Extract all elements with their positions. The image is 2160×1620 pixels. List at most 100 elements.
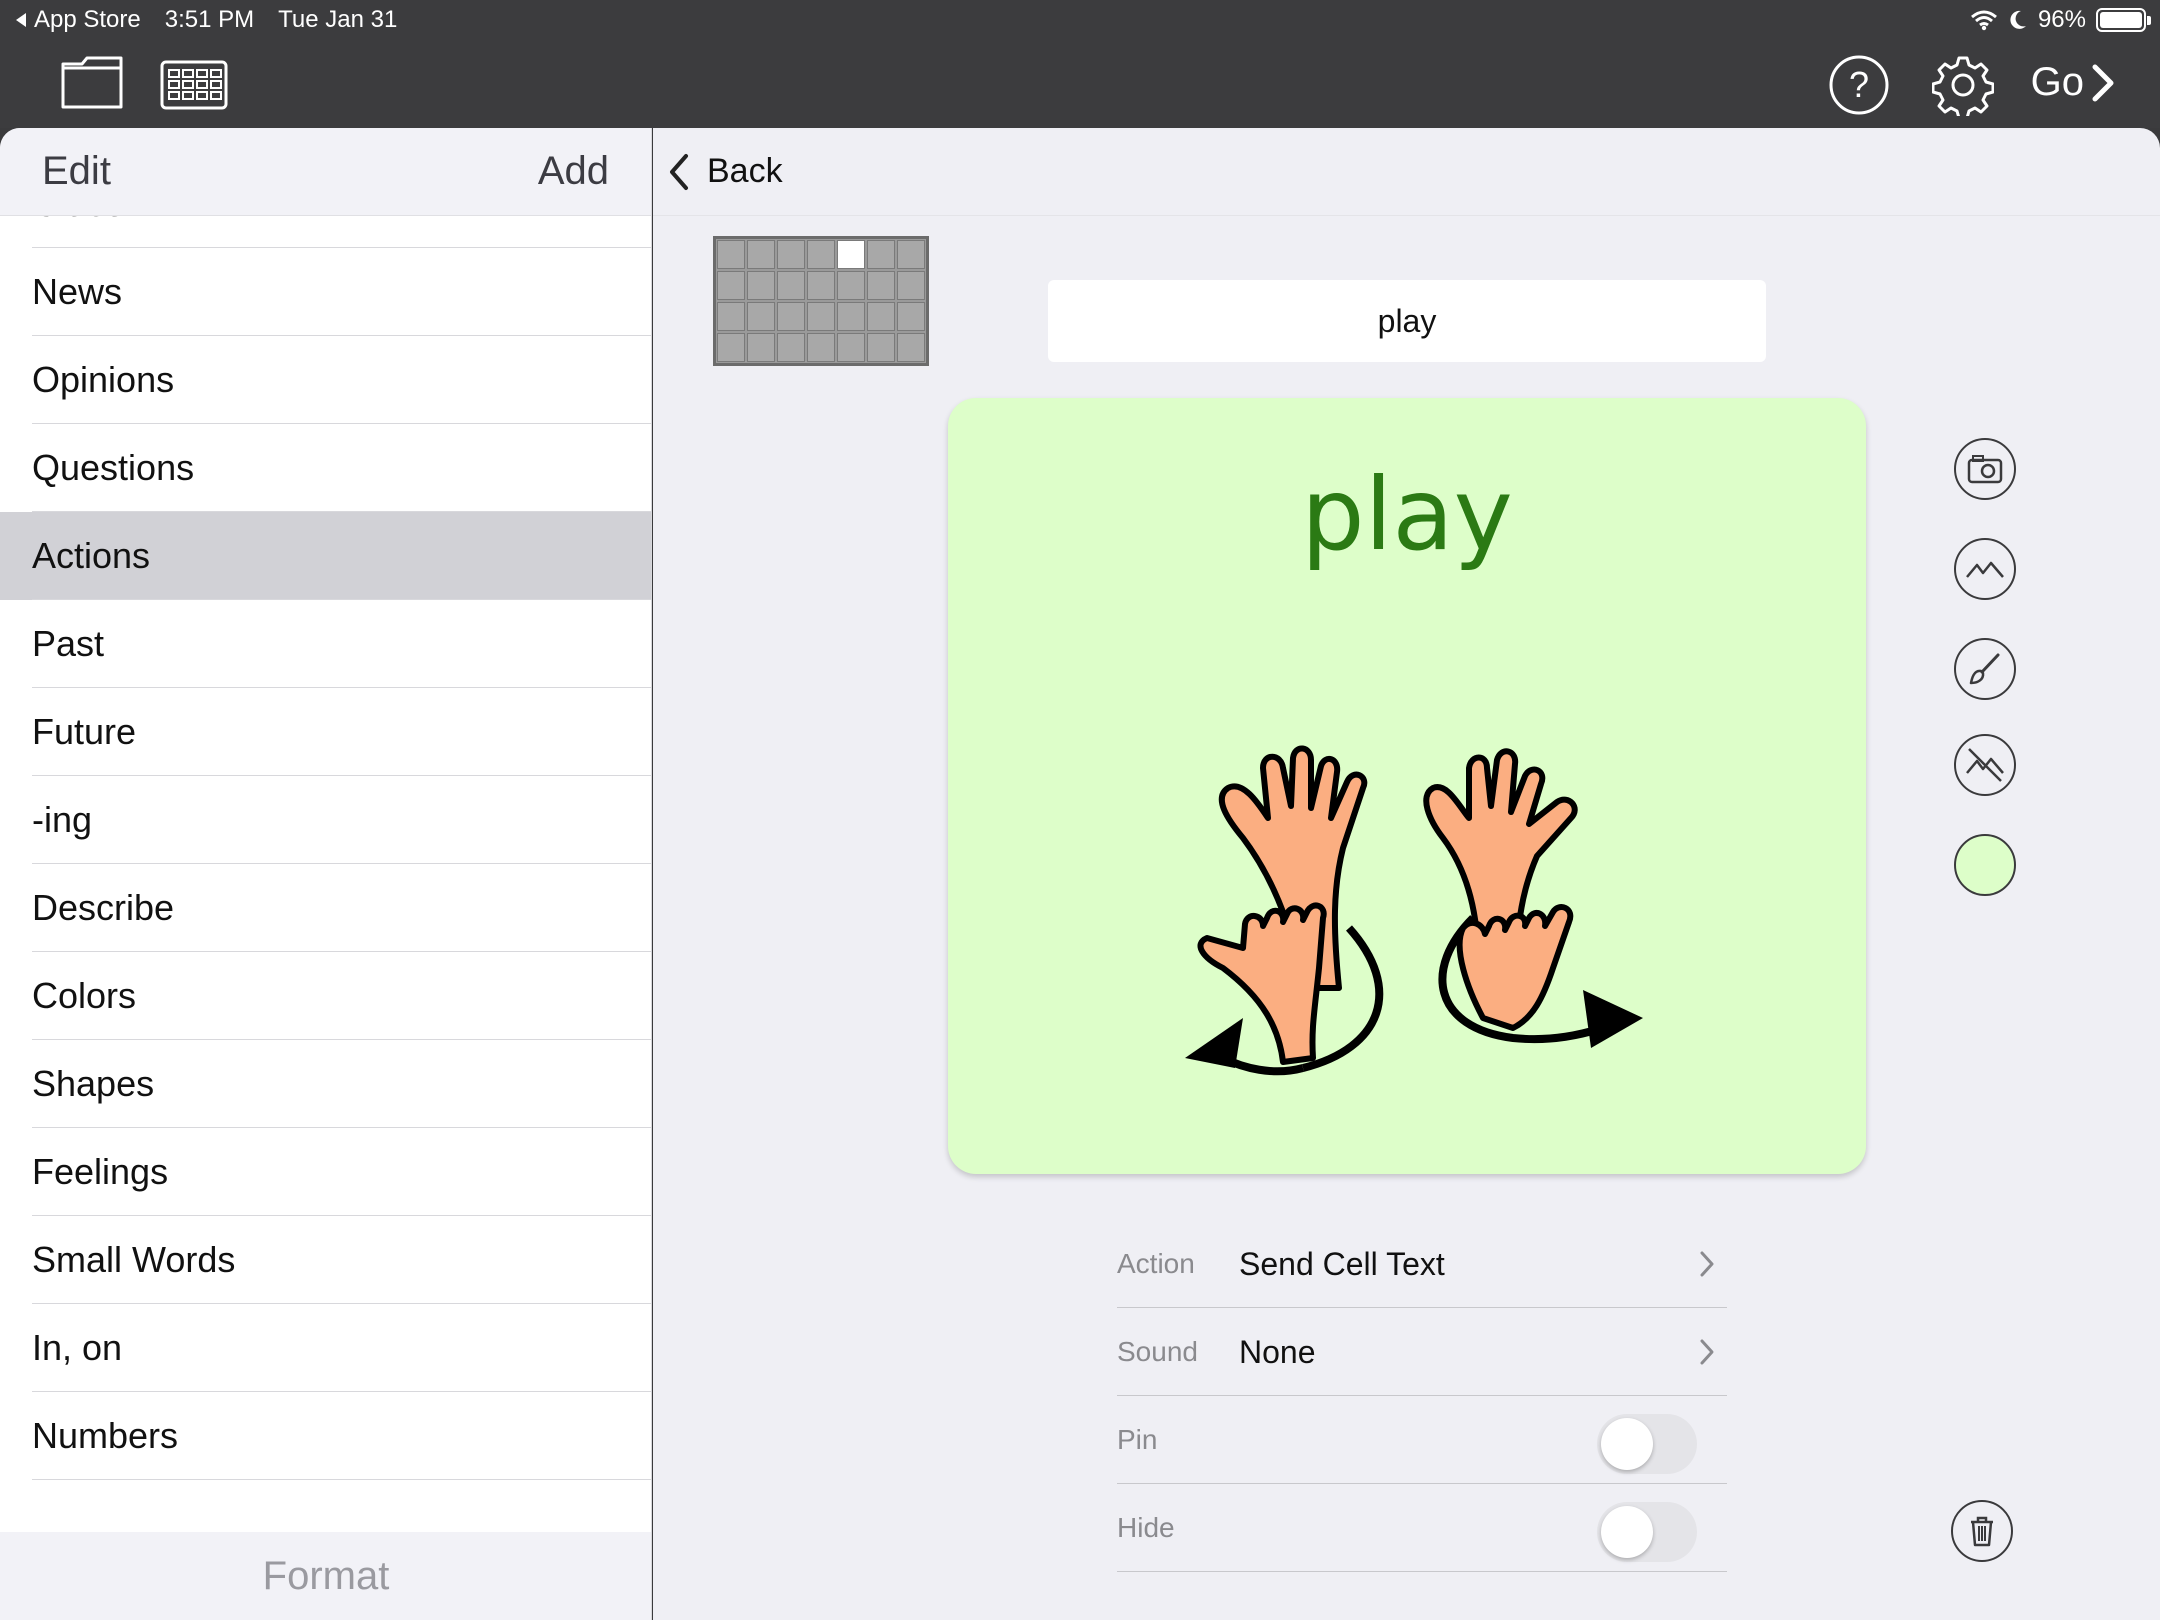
status-date: Tue Jan 31: [278, 6, 398, 33]
sidebar-item[interactable]: Feelings: [0, 1128, 651, 1216]
page-sidebar: Edit Add Clues News Opinions Questions Actio…: [0, 128, 652, 1620]
cell-text-field[interactable]: play: [1048, 280, 1766, 362]
gear-icon[interactable]: [1932, 54, 1994, 116]
sidebar-item[interactable]: In, on: [0, 1304, 651, 1392]
sidebar-item-label: Clues: [32, 216, 124, 225]
sound-label: Sound: [1117, 1336, 1198, 1367]
chevron-right-icon: [1700, 1251, 1714, 1277]
wifi-icon: [1970, 10, 1997, 31]
grid-cell: [867, 240, 895, 269]
sidebar-item[interactable]: Describe: [0, 864, 651, 952]
sidebar-header: Edit Add: [0, 128, 651, 216]
grid-cell: [837, 302, 865, 331]
hide-label: Hide: [1117, 1512, 1175, 1543]
add-button[interactable]: Add: [538, 149, 609, 194]
cell-properties: Action Send Cell Text Sound None Pin Hid…: [1117, 1220, 1727, 1572]
cell-text-value: play: [1377, 302, 1437, 339]
svg-text:?: ?: [1849, 64, 1869, 105]
grid-cell: [777, 333, 805, 362]
edit-button[interactable]: Edit: [42, 149, 111, 194]
back-to-app-link[interactable]: App Store: [14, 6, 141, 34]
color-swatch[interactable]: [1954, 834, 2016, 896]
camera-icon: [1967, 455, 2003, 484]
grid-position-thumbnail[interactable]: [713, 236, 929, 366]
sidebar-item[interactable]: Future: [0, 688, 651, 776]
action-row[interactable]: Action Send Cell Text: [1117, 1220, 1727, 1308]
grid-keyboard-icon[interactable]: [160, 60, 228, 110]
grid-cell: [777, 302, 805, 331]
sound-row[interactable]: Sound None: [1117, 1308, 1727, 1396]
grid-cell: [747, 302, 775, 331]
grid-cell: [897, 271, 925, 300]
image-library-button[interactable]: [1954, 538, 2016, 600]
back-button[interactable]: Back: [667, 152, 783, 192]
go-button[interactable]: Go: [2031, 60, 2116, 105]
sidebar-item[interactable]: -ing: [0, 776, 651, 864]
sidebar-item[interactable]: News: [0, 248, 651, 336]
grid-cell: [807, 333, 835, 362]
sidebar-item-label: Colors: [32, 975, 137, 1016]
grid-cell: [747, 333, 775, 362]
battery-icon: [2096, 8, 2151, 32]
pin-toggle[interactable]: [1597, 1414, 1697, 1474]
hide-row: Hide: [1117, 1484, 1727, 1572]
sidebar-item[interactable]: Small Words: [0, 1216, 651, 1304]
sidebar-item-label: -ing: [32, 799, 93, 840]
remove-image-button[interactable]: [1954, 734, 2016, 796]
sidebar-item-label: Describe: [32, 887, 175, 928]
pin-label: Pin: [1117, 1424, 1158, 1455]
draw-button[interactable]: [1954, 638, 2016, 700]
status-bar: App Store 3:51 PM Tue Jan 31 96%: [0, 0, 2160, 40]
status-time: 3:51 PM: [164, 6, 255, 33]
sidebar-item-label: Shapes: [32, 1063, 155, 1104]
grid-cell: [837, 333, 865, 362]
chevron-right-icon: [2092, 64, 2114, 101]
top-toolbar: ? Go: [0, 40, 2160, 128]
brush-icon: [1969, 653, 2000, 685]
page-list[interactable]: Clues News Opinions Questions Actions Past Fut…: [0, 216, 651, 1576]
help-icon[interactable]: ?: [1828, 54, 1890, 116]
action-label: Action: [1117, 1248, 1195, 1279]
hide-toggle[interactable]: [1597, 1502, 1697, 1562]
editor-header: Back: [653, 128, 2160, 216]
format-label: Format: [262, 1553, 390, 1598]
sidebar-item-label: In, on: [32, 1327, 123, 1368]
cell-word: play: [1301, 456, 1513, 573]
grid-cell: [717, 240, 745, 269]
sidebar-item[interactable]: Colors: [0, 952, 651, 1040]
grid-cell: [747, 271, 775, 300]
grid-cell: [747, 240, 775, 269]
sidebar-item[interactable]: Opinions: [0, 336, 651, 424]
action-value: Send Cell Text: [1239, 1245, 1445, 1282]
grid-cell: [717, 302, 745, 331]
cell-editor: Back play play Action Send Cell Text Sou…: [653, 128, 2160, 1620]
grid-cell: [717, 333, 745, 362]
back-triangle-icon: [16, 13, 26, 27]
sidebar-item-label: Actions: [32, 535, 151, 576]
sidebar-item[interactable]: Clues: [0, 216, 651, 248]
grid-cell: [897, 240, 925, 269]
cell-preview[interactable]: play: [948, 398, 1866, 1174]
grid-cell: [807, 302, 835, 331]
grid-cell: [837, 271, 865, 300]
image-library-icon: [1966, 561, 2004, 578]
pin-row: Pin: [1117, 1396, 1727, 1484]
format-button[interactable]: Format: [0, 1532, 651, 1620]
camera-button[interactable]: [1954, 438, 2016, 500]
sidebar-item-label: Feelings: [32, 1151, 169, 1192]
sidebar-item-label: News: [32, 271, 123, 312]
sidebar-item[interactable]: Actions: [0, 512, 651, 600]
sidebar-item[interactable]: Shapes: [0, 1040, 651, 1128]
delete-cell-button[interactable]: [1951, 1500, 2013, 1562]
grid-cell: [777, 271, 805, 300]
grid-cell-current: [837, 240, 865, 269]
sidebar-item[interactable]: Questions: [0, 424, 651, 512]
sidebar-item[interactable]: Past: [0, 600, 651, 688]
folder-icon[interactable]: [60, 54, 124, 110]
grid-cell: [807, 240, 835, 269]
remove-image-icon: [1966, 748, 2004, 782]
sidebar-item[interactable]: Numbers: [0, 1392, 651, 1480]
back-label: Back: [707, 152, 783, 190]
sidebar-item-label: Future: [32, 711, 137, 752]
grid-cell: [777, 240, 805, 269]
